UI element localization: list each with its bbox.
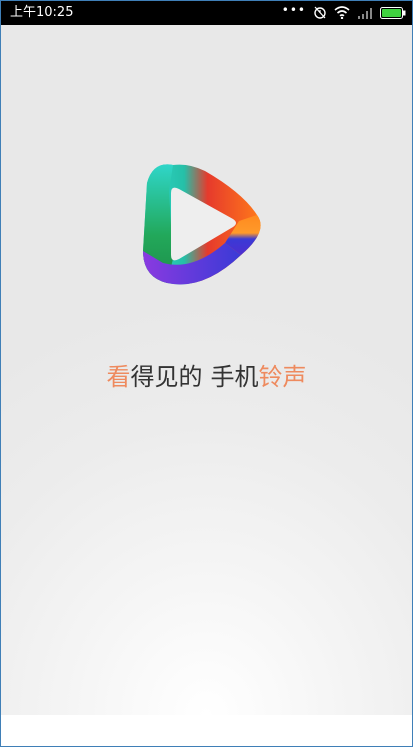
app-logo-icon [143, 164, 261, 285]
tagline-accent-1: 看 [106, 363, 131, 391]
bottom-area [1, 715, 412, 746]
status-icons: ••• [281, 3, 406, 23]
status-time: 上午10:25 [10, 5, 74, 20]
signal-icon [357, 4, 373, 23]
tagline: 看得见的 手机铃声 [1, 361, 412, 393]
tagline-text-2: 手机 [210, 363, 259, 391]
status-bar: 上午10:25 ••• [1, 1, 412, 25]
wifi-icon [334, 4, 350, 23]
alarm-icon [313, 4, 327, 23]
tagline-accent-2: 铃声 [258, 363, 307, 391]
tagline-text-1: 得见的 [130, 363, 203, 391]
battery-icon [380, 4, 406, 23]
more-dots-icon: ••• [281, 3, 306, 17]
splash-screen: 看得见的 手机铃声 [1, 25, 412, 715]
